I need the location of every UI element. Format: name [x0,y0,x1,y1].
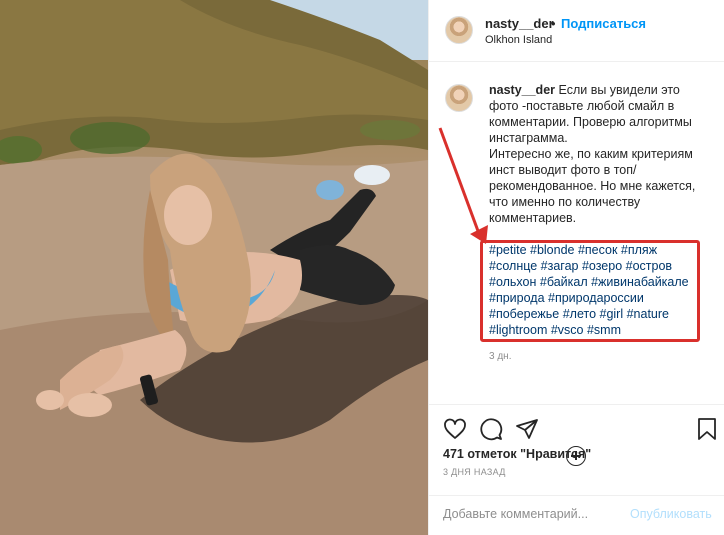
caption-time: 3 дн. [489,351,512,362]
heart-icon[interactable] [443,417,467,441]
speech-bubble-icon[interactable] [479,417,503,441]
post-header: nasty__der • Подписаться Olkhon Island [429,0,724,62]
paper-plane-icon[interactable] [515,417,539,441]
caption-line-2: Интересно же, по каким критериям инст вы… [489,147,696,225]
caption-paragraph-1: nasty__der Если вы увидели это фото -пос… [489,82,711,146]
caption-username[interactable]: nasty__der [489,83,555,97]
caption-section: nasty__der Если вы увидели это фото -пос… [429,62,724,466]
comment-input[interactable] [443,507,633,521]
hashtag-highlight-box [480,240,700,342]
comment-bar: Опубликовать [429,495,724,535]
post-actions: 471 отметок "Нравится" 3 ДНЯ НАЗАД Опубл… [429,404,724,535]
follow-button[interactable]: Подписаться [561,16,646,31]
post-time-ago[interactable]: 3 ДНЯ НАЗАД [443,467,506,477]
post-location[interactable]: Olkhon Island [485,34,552,46]
author-username[interactable]: nasty__der [485,16,554,31]
caption-avatar[interactable] [445,84,473,112]
likes-count[interactable]: 471 отметок "Нравится" [443,447,591,461]
header-separator: • [551,16,556,31]
publish-button[interactable]: Опубликовать [630,507,712,521]
bookmark-icon[interactable] [697,417,717,441]
photo-illustration [0,0,428,535]
post-photo[interactable] [0,0,428,535]
author-avatar[interactable] [445,16,473,44]
